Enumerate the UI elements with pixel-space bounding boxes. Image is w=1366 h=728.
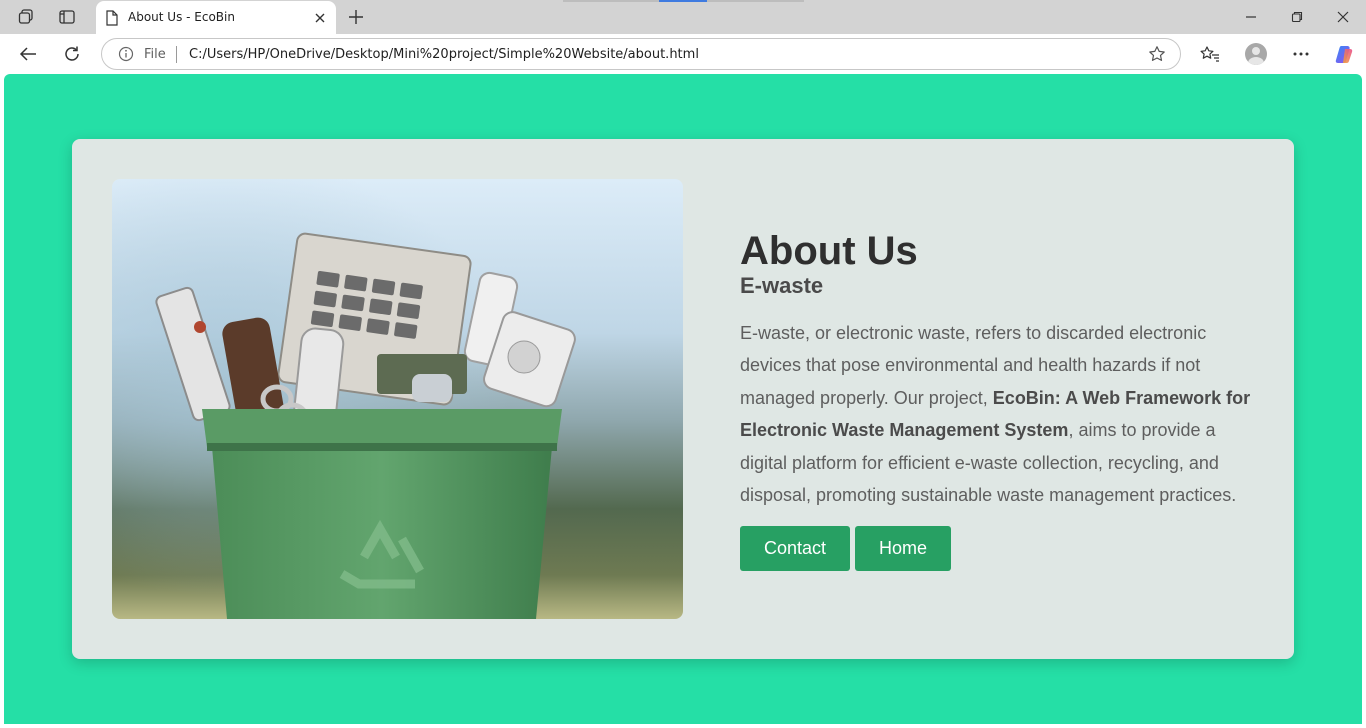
document-icon (105, 10, 119, 31)
close-icon[interactable] (1320, 0, 1366, 34)
back-arrow-icon[interactable] (12, 39, 44, 69)
profile-button[interactable] (1240, 39, 1272, 69)
refresh-icon[interactable] (56, 39, 88, 69)
page-title: About Us (740, 229, 918, 273)
info-icon[interactable] (118, 46, 134, 67)
minimize-icon[interactable] (1228, 0, 1274, 34)
copilot-icon[interactable] (1328, 39, 1360, 69)
section-subtitle: E-waste (740, 273, 824, 298)
ewaste-bin-image (112, 179, 683, 619)
more-icon[interactable] (1285, 39, 1317, 69)
page-viewport: About Us E-waste E-waste, or electronic … (4, 74, 1362, 724)
title-strip-segment (563, 0, 659, 2)
about-content: About Us E-waste E-waste, or electronic … (740, 229, 1260, 572)
contact-button[interactable]: Contact (740, 526, 851, 572)
close-icon[interactable] (312, 10, 328, 26)
plus-icon[interactable] (344, 6, 368, 28)
tab-title: About Us - EcoBin (128, 10, 235, 24)
home-button[interactable]: Home (855, 526, 952, 572)
star-icon[interactable] (1148, 45, 1166, 68)
workspaces-icon[interactable] (12, 5, 40, 29)
tab-strip: About Us - EcoBin (0, 0, 1366, 34)
active-tab[interactable]: About Us - EcoBin (96, 1, 336, 34)
button-group: Contact Home (740, 526, 1260, 572)
avatar (1245, 43, 1267, 65)
about-card: About Us E-waste E-waste, or electronic … (72, 139, 1294, 659)
divider (176, 46, 177, 63)
title-strip-segment (707, 0, 804, 2)
favorites-icon[interactable] (1194, 39, 1226, 69)
about-paragraph: E-waste, or electronic waste, refers to … (740, 317, 1260, 511)
tab-actions-icon[interactable] (53, 5, 81, 29)
address-scheme: File (144, 47, 166, 62)
title-strip-segment (659, 0, 707, 2)
address-toolbar: File C:/Users/HP/OneDrive/Desktop/Mini%2… (0, 34, 1366, 74)
url-text[interactable]: C:/Users/HP/OneDrive/Desktop/Mini%20proj… (189, 47, 699, 62)
address-bar[interactable]: File C:/Users/HP/OneDrive/Desktop/Mini%2… (101, 38, 1181, 70)
restore-icon[interactable] (1274, 0, 1320, 34)
